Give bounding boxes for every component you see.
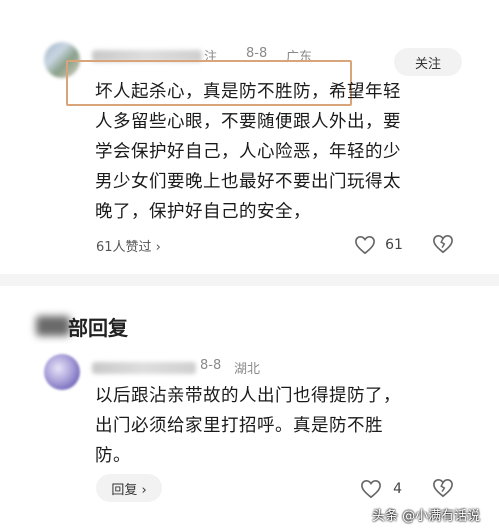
reply-label: 回复 › (111, 482, 147, 498)
reply-body: 以后跟沾亲带故的人出门也得提防了， 出门必须给家里打招呼。真是防不胜 防。 (95, 381, 401, 471)
replies-section-title: 部回复 (68, 316, 128, 340)
reply-line: 以后跟沾亲带故的人出门也得提防了， (95, 386, 401, 406)
section-divider (0, 274, 499, 286)
broken-heart-icon (432, 478, 454, 498)
like-count: 61 (385, 236, 403, 253)
avatar[interactable] (44, 354, 80, 390)
broken-heart-icon (432, 234, 454, 254)
dislike-button[interactable] (432, 234, 454, 254)
comment-date: 8-8 (246, 46, 268, 61)
like-button[interactable]: 4 (360, 478, 402, 499)
comment-line: 学会保护好自己，人心险恶，年轻的少 (95, 142, 401, 162)
reply-line: 出门必须给家里打招呼。真是防不胜 (95, 416, 383, 436)
blurred-title-prefix (36, 316, 70, 336)
blurred-username[interactable] (92, 362, 196, 374)
reply-line: 防。 (95, 446, 131, 466)
comment-line: 人多留些心眼，不要随便跟人外出，要 (95, 112, 401, 132)
likers-link[interactable]: 61人赞过 › (96, 236, 161, 255)
like-count: 4 (393, 480, 403, 497)
follow-button[interactable]: 关注 (394, 48, 462, 76)
comment-date: 8-8 (200, 358, 222, 373)
heart-outline-icon (360, 479, 382, 499)
reply-button[interactable]: 回复 › (96, 474, 162, 502)
watermark: 头条 @小满有话说 (372, 509, 481, 524)
heart-outline-icon (354, 235, 376, 255)
comment-line: 坏人起杀心，真是防不胜防，希望年轻 (95, 82, 401, 102)
comment-location: 湖北 (234, 362, 261, 377)
comment-body: 坏人起杀心，真是防不胜防，希望年轻 人多留些心眼，不要随便跟人外出，要 学会保护… (95, 77, 401, 227)
dislike-button[interactable] (432, 478, 454, 498)
follow-label: 关注 (414, 56, 441, 72)
like-button[interactable]: 61 (354, 234, 403, 255)
comment-line: 男少女们要晚上也最好不要出门玩得太 (95, 172, 401, 192)
comment-line: 晚了，保护好自己的安全， (95, 202, 311, 222)
